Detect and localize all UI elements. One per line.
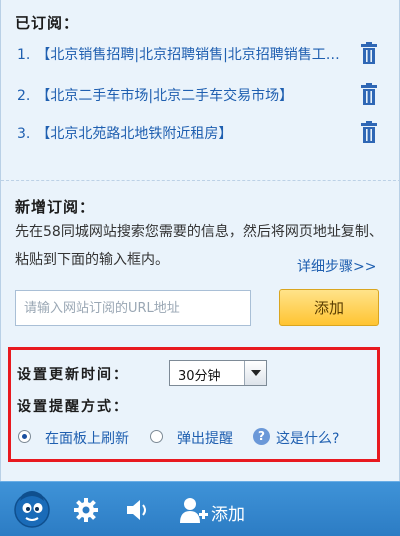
section-divider xyxy=(1,180,400,181)
subscription-link-3[interactable]: 【北京北苑路北地铁附近租房】 xyxy=(36,126,232,142)
update-time-value: 30分钟 xyxy=(178,369,221,384)
chevron-down-icon[interactable] xyxy=(244,361,266,385)
subscription-link-1[interactable]: 【北京销售招聘|北京招聘销售|北京招聘销售工作】 xyxy=(36,47,347,63)
mascot-icon[interactable] xyxy=(12,489,52,529)
radio-popup-reminder[interactable] xyxy=(150,430,163,443)
item-number: 1. xyxy=(17,47,31,63)
gear-icon[interactable] xyxy=(73,497,99,523)
subscription-panel: 已订阅： 1. 【北京销售招聘|北京招聘销售|北京招聘销售工作】 2. 【北京二手车… xyxy=(0,0,400,481)
subscription-item-2: 2. 【北京二手车市场|北京二手车交易市场】 xyxy=(17,85,347,105)
trash-icon[interactable] xyxy=(360,83,378,105)
reminder-method-label: 设置提醒方式： xyxy=(17,399,129,415)
help-icon[interactable]: ? xyxy=(253,428,270,445)
subscription-item-1: 1. 【北京销售招聘|北京招聘销售|北京招聘销售工作】 xyxy=(17,44,347,64)
subscription-link-2[interactable]: 【北京二手车市场|北京二手车交易市场】 xyxy=(36,88,293,104)
speaker-icon[interactable] xyxy=(124,497,150,523)
add-button[interactable]: 添加 xyxy=(279,289,379,326)
item-number: 2. xyxy=(17,88,31,104)
item-number: 3. xyxy=(17,126,31,142)
url-input[interactable] xyxy=(15,290,251,326)
bottom-toolbar: 添加 xyxy=(0,481,400,536)
trash-icon[interactable] xyxy=(360,121,378,143)
what-is-this-link[interactable]: 这是什么? xyxy=(276,428,339,448)
toolbar-add-label[interactable]: 添加 xyxy=(211,500,245,525)
update-time-select[interactable]: 30分钟 xyxy=(169,360,267,386)
update-time-label: 设置更新时间： xyxy=(17,367,129,383)
detail-steps-link[interactable]: 详细步骤>> xyxy=(297,256,376,276)
subscription-item-3: 3. 【北京北苑路北地铁附近租房】 xyxy=(17,123,347,143)
subscribed-title: 已订阅： xyxy=(15,14,80,32)
option-panel-refresh-label[interactable]: 在面板上刷新 xyxy=(45,428,129,448)
trash-icon[interactable] xyxy=(360,42,378,64)
add-user-icon[interactable] xyxy=(179,496,209,524)
new-subscription-title: 新增订阅： xyxy=(15,198,96,216)
option-popup-label[interactable]: 弹出提醒 xyxy=(177,428,233,448)
radio-panel-refresh[interactable] xyxy=(18,430,31,443)
